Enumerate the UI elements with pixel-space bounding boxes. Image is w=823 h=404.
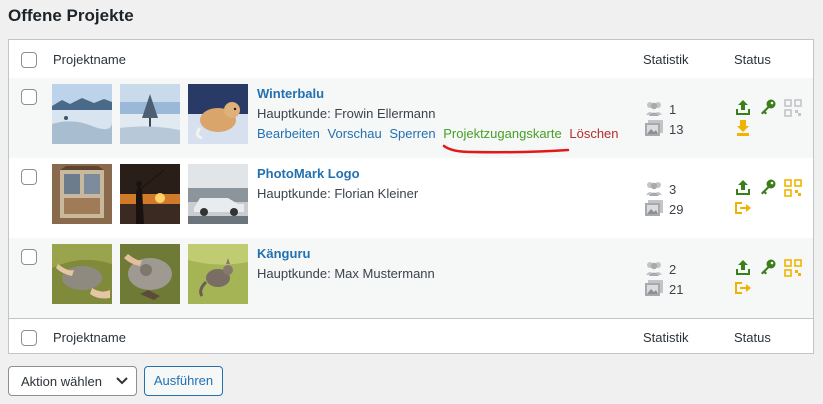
delete-link[interactable]: Löschen [569,126,618,141]
qr-code-icon[interactable] [784,99,802,117]
car-lake-photo[interactable] [188,164,248,224]
bulk-action-selected: Aktion wählen [21,374,102,389]
visitors-count: 3 [669,182,677,197]
window-photo[interactable] [52,164,112,224]
users-icon [646,182,662,196]
snow-tree-photo[interactable] [120,84,180,144]
table-row: PhotoMark Logo Hauptkunde: Florian Klein… [9,158,813,238]
logout-icon[interactable] [734,279,752,297]
project-client: Hauptkunde: Florian Kleiner [257,186,419,201]
project-title-link[interactable]: PhotoMark Logo [257,166,360,181]
visitors-stat: 1 [645,100,705,118]
visitors-stat: 2 [645,260,705,278]
sunset-fisher-photo[interactable] [120,164,180,224]
project-client: Hauptkunde: Max Mustermann [257,266,435,281]
kangaroo-hands-photo[interactable] [52,244,112,304]
images-stat: 13 [645,120,705,138]
users-icon [646,262,662,276]
select-all-checkbox-footer[interactable] [21,330,37,346]
dog-in-snow-photo[interactable] [188,84,248,144]
kangaroo-pouch-photo[interactable] [120,244,180,304]
qr-code-icon[interactable] [784,179,802,197]
table-row: Winterbalu Hauptkunde: Frowin Ellermann … [9,78,813,158]
projects-table: Projektname Statistik Status Winterbalu … [8,39,814,354]
project-title-link[interactable]: Känguru [257,246,310,261]
key-icon[interactable] [759,178,777,196]
logout-icon[interactable] [734,199,752,217]
images-count: 21 [669,282,684,297]
row-checkbox[interactable] [21,169,37,185]
access-card-link[interactable]: Projektzugangskarte [443,126,562,141]
page-title: Offene Projekte [8,6,134,25]
upload-icon[interactable] [734,179,752,197]
bulk-action-select[interactable]: Aktion wählen [8,366,137,396]
column-name-header[interactable]: Projektname [53,52,126,67]
table-footer: Projektname Statistik Status [9,318,813,358]
images-icon [645,120,663,136]
column-name-footer[interactable]: Projektname [53,330,126,345]
visitors-stat: 3 [645,180,705,198]
column-status-header: Status [734,52,771,67]
row-checkbox[interactable] [21,249,37,265]
project-title-link[interactable]: Winterbalu [257,86,324,101]
images-count: 29 [669,202,684,217]
snow-field-photo[interactable] [52,84,112,144]
images-icon [645,200,663,216]
table-row: Känguru Hauptkunde: Max Mustermann 2 21 [9,238,813,318]
images-stat: 21 [645,280,705,298]
red-annotation-underline [442,144,570,154]
table-header: Projektname Statistik Status [9,40,813,80]
qr-code-icon[interactable] [784,259,802,277]
visitors-count: 1 [669,102,677,117]
users-icon [646,102,662,116]
images-stat: 29 [645,200,705,218]
lock-link[interactable]: Sperren [389,126,435,141]
select-all-checkbox[interactable] [21,52,37,68]
edit-link[interactable]: Bearbeiten [257,126,320,141]
kangaroo-grass-photo[interactable] [188,244,248,304]
visitors-count: 2 [669,262,677,277]
preview-link[interactable]: Vorschau [328,126,382,141]
download-icon[interactable] [734,119,752,137]
key-icon[interactable] [759,258,777,276]
upload-icon[interactable] [734,99,752,117]
chevron-down-icon [116,377,128,385]
project-client: Hauptkunde: Frowin Ellermann [257,106,436,121]
column-stats-footer: Statistik [643,330,689,345]
key-icon[interactable] [759,98,777,116]
images-icon [645,280,663,296]
apply-button[interactable]: Ausführen [144,366,223,396]
row-checkbox[interactable] [21,89,37,105]
column-stats-header: Statistik [643,52,689,67]
upload-icon[interactable] [734,259,752,277]
row-actions: Bearbeiten Vorschau Sperren Projektzugan… [257,126,623,141]
column-status-footer: Status [734,330,771,345]
images-count: 13 [669,122,684,137]
